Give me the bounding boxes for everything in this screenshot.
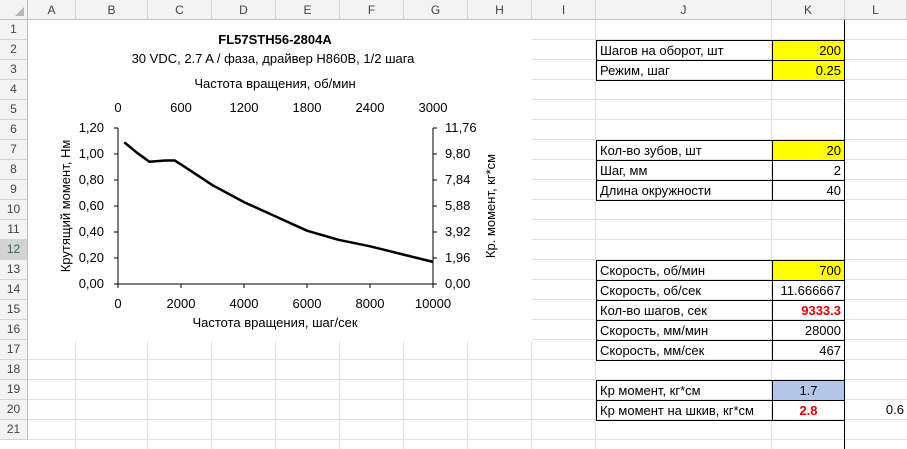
- chart-x-tick-label: 8000: [356, 296, 385, 311]
- param-label-row-3[interactable]: Режим, шаг: [596, 60, 772, 81]
- chart-x-axis-label: Частота вращения, шаг/сек: [192, 315, 357, 330]
- column-header-b[interactable]: B: [76, 0, 148, 20]
- chart-x-tick-label: 10000: [415, 296, 451, 311]
- param-value-row-14[interactable]: 11.666667: [772, 280, 845, 301]
- param-value-row-17[interactable]: 467: [772, 340, 845, 361]
- chart-y-tick-label: 0,00: [79, 276, 104, 291]
- chart-y2-tick-label: 7,84: [445, 172, 470, 187]
- column-header-e[interactable]: E: [276, 0, 340, 20]
- column-header-k[interactable]: K: [772, 0, 845, 20]
- row-header-21[interactable]: 21: [0, 420, 28, 440]
- param-label-row-9[interactable]: Длина окружности: [596, 180, 772, 201]
- chart-x2-tick-label: 1200: [230, 100, 259, 115]
- param-label-row-14[interactable]: Скорость, об/сек: [596, 280, 772, 301]
- torque-chart-svg: FL57STH56-2804A 30 VDC, 2.7 A / фаза, дра…: [58, 32, 498, 330]
- chart-x2-tick-label: 1800: [293, 100, 322, 115]
- row-header-11[interactable]: 11: [0, 220, 28, 240]
- param-label-row-8[interactable]: Шаг, мм: [596, 160, 772, 181]
- row-header-13[interactable]: 13: [0, 260, 28, 280]
- chart-title: FL57STH56-2804A: [218, 32, 332, 47]
- chart-y-axis-label: Крутящий момент, Нм: [58, 140, 73, 273]
- chart-x2-tick-label: 2400: [356, 100, 385, 115]
- chart-y-tick-label: 1,00: [79, 146, 104, 161]
- column-header-i[interactable]: I: [532, 0, 596, 20]
- row-header-10[interactable]: 10: [0, 200, 28, 220]
- chart-y-tick-label: 0,80: [79, 172, 104, 187]
- gridline-horizontal: [28, 439, 907, 440]
- param-label-row-17[interactable]: Скорость, мм/сек: [596, 340, 772, 361]
- column-header-c[interactable]: C: [148, 0, 212, 20]
- spreadsheet-grid[interactable]: A B C D E F G H I J K L 1 2 3 4 5 6 7 8 9 10 11 12 13 14 15 16 17 18 1…: [0, 0, 907, 449]
- param-value-row-9[interactable]: 40: [772, 180, 845, 201]
- param-label-row-13[interactable]: Скорость, об/мин: [596, 260, 772, 281]
- row-header-2[interactable]: 2: [0, 40, 28, 60]
- chart-y-tick-label: 1,20: [79, 120, 104, 135]
- param-label-row-7[interactable]: Кол-во зубов, шт: [596, 140, 772, 161]
- cell-l20[interactable]: 0.6: [845, 400, 907, 420]
- chart-x-tick-label: 2000: [167, 296, 196, 311]
- row-header-6[interactable]: 6: [0, 120, 28, 140]
- row-header-15[interactable]: 15: [0, 300, 28, 320]
- row-header-8[interactable]: 8: [0, 160, 28, 180]
- column-header-a[interactable]: A: [28, 0, 76, 20]
- chart-x2-tick-label: 600: [170, 100, 192, 115]
- chart-series-line-0: [123, 141, 434, 264]
- row-header-1[interactable]: 1: [0, 20, 28, 40]
- chart-y2-tick-label: 0,00: [445, 276, 470, 291]
- column-header-l[interactable]: L: [845, 0, 907, 20]
- param-value-row-2[interactable]: 200: [772, 40, 845, 61]
- column-header-j[interactable]: J: [596, 0, 772, 20]
- chart-y-tick-label: 0,40: [79, 224, 104, 239]
- param-label-row-2[interactable]: Шагов на оборот, шт: [596, 40, 772, 61]
- chart-y2-tick-label: 11,76: [445, 120, 477, 135]
- chart-y-tick-label: 0,20: [79, 250, 104, 265]
- row-header-16[interactable]: 16: [0, 320, 28, 340]
- chart-y2-tick-label: 3,92: [445, 224, 470, 239]
- param-value-row-20[interactable]: 2.8: [772, 400, 845, 421]
- param-value-row-8[interactable]: 2: [772, 160, 845, 181]
- param-value-row-3[interactable]: 0.25: [772, 60, 845, 81]
- row-header-4[interactable]: 4: [0, 80, 28, 100]
- row-header-14[interactable]: 14: [0, 280, 28, 300]
- column-header-f[interactable]: F: [340, 0, 404, 20]
- chart-x2-tick-label: 0: [114, 100, 121, 115]
- row-header-20[interactable]: 20: [0, 400, 28, 420]
- chart-x2-axis-label: Частота вращения, об/мин: [194, 76, 355, 91]
- row-header-19[interactable]: 19: [0, 380, 28, 400]
- column-header-d[interactable]: D: [212, 0, 276, 20]
- chart-x-tick-label: 0: [114, 296, 121, 311]
- param-label-row-19[interactable]: Кр момент, кг*см: [596, 380, 772, 401]
- column-k-border: [844, 20, 845, 449]
- row-header-7[interactable]: 7: [0, 140, 28, 160]
- param-value-row-13[interactable]: 700: [772, 260, 845, 281]
- select-all-corner[interactable]: [0, 0, 28, 20]
- column-header-g[interactable]: G: [404, 0, 468, 20]
- row-header-3[interactable]: 3: [0, 60, 28, 80]
- chart-x-tick-label: 6000: [293, 296, 322, 311]
- param-value-row-7[interactable]: 20: [772, 140, 845, 161]
- row-header-18[interactable]: 18: [0, 360, 28, 380]
- param-value-row-15[interactable]: 9333.3: [772, 300, 845, 321]
- row-header-9[interactable]: 9: [0, 180, 28, 200]
- chart-y2-tick-label: 1,96: [445, 250, 470, 265]
- chart-x-tick-label: 4000: [230, 296, 259, 311]
- param-value-row-16[interactable]: 28000: [772, 320, 845, 341]
- param-label-row-15[interactable]: Кол-во шагов, сек: [596, 300, 772, 321]
- param-label-row-16[interactable]: Скорость, мм/мин: [596, 320, 772, 341]
- row-header-12[interactable]: 12: [0, 240, 28, 260]
- chart-y-tick-label: 0,60: [79, 198, 104, 213]
- chart-y2-axis-label: Кр. момент, кг*см: [483, 154, 498, 258]
- param-value-row-19[interactable]: 1.7: [772, 380, 845, 401]
- chart-y2-tick-label: 5,88: [445, 198, 470, 213]
- row-header-17[interactable]: 17: [0, 340, 28, 360]
- chart-x2-tick-label: 3000: [419, 100, 448, 115]
- column-header-h[interactable]: H: [468, 0, 532, 20]
- torque-chart[interactable]: FL57STH56-2804A 30 VDC, 2.7 A / фаза, дра…: [28, 20, 532, 341]
- chart-y2-tick-label: 9,80: [445, 146, 470, 161]
- param-label-row-20[interactable]: Кр момент на шкив, кг*см: [596, 400, 772, 421]
- chart-subtitle: 30 VDC, 2.7 A / фаза, драйвер H860B, 1/2…: [132, 51, 416, 66]
- row-header-5[interactable]: 5: [0, 100, 28, 120]
